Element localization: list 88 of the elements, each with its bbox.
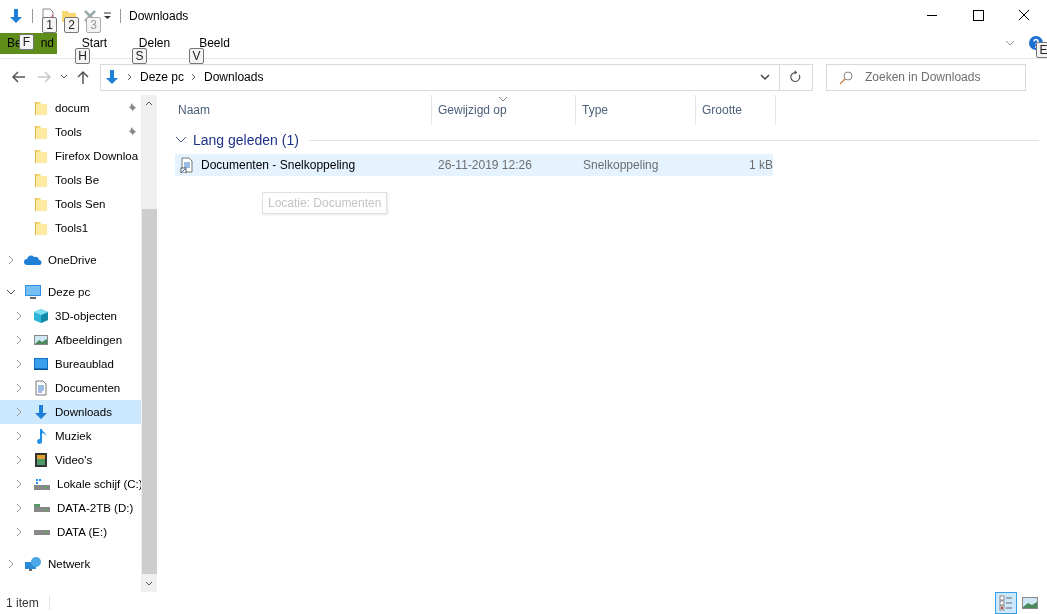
drive-icon	[33, 476, 51, 492]
file-row[interactable]: Documenten - Snelkoppeling 26-11-2019 12:26 Snelkoppeling 1 kB	[175, 154, 773, 176]
download-arrow-icon	[104, 69, 120, 85]
keytip-tooltip: 1	[42, 17, 57, 33]
folder-icon	[33, 100, 49, 116]
sidebar-item[interactable]: Documenten	[0, 376, 141, 400]
document-icon	[33, 380, 49, 396]
sidebar-item[interactable]: docum	[0, 96, 141, 120]
tooltip: Locatie: Documenten	[262, 192, 388, 214]
sidebar-item[interactable]: Downloads	[0, 400, 141, 424]
shortcut-document-icon	[179, 157, 195, 173]
sidebar-item[interactable]: Firefox Downloa	[0, 144, 141, 168]
file-name: Documenten - Snelkoppeling	[201, 158, 356, 172]
keytip-tooltip: E	[1036, 42, 1047, 58]
item-count: 1 item	[6, 596, 39, 610]
details-view-icon[interactable]	[995, 592, 1017, 614]
folder-icon	[33, 148, 49, 164]
column-header[interactable]: Type	[576, 95, 696, 125]
refresh-icon[interactable]	[780, 63, 813, 91]
keytip-tooltip: F	[19, 34, 34, 50]
collapsed-chevron-icon[interactable]	[14, 455, 24, 465]
breadcrumb[interactable]: Downloads	[204, 70, 264, 84]
address-bar[interactable]: Deze pc Downloads	[100, 63, 780, 91]
dropdown-caret-icon[interactable]	[759, 72, 771, 82]
drive-icon	[34, 504, 50, 512]
table-cell-text: 26-11-2019 12:26	[437, 158, 533, 172]
picture-icon	[33, 332, 49, 348]
collapsed-chevron-icon[interactable]	[6, 255, 16, 265]
scrollbar[interactable]	[141, 95, 157, 592]
breadcrumb[interactable]: Deze pc	[140, 70, 185, 84]
sidebar-item[interactable]: DATA-2TB (D:)	[0, 496, 141, 520]
sidebar-item[interactable]: Tools	[0, 120, 141, 144]
folder-icon	[33, 220, 49, 236]
sidebar-item[interactable]: Afbeeldingen	[0, 328, 141, 352]
expanded-chevron-icon[interactable]	[175, 135, 187, 145]
download-arrow-icon	[33, 404, 49, 420]
column-header[interactable]: Naam	[175, 95, 432, 125]
cube-icon	[33, 308, 49, 324]
sidebar-item[interactable]: Netwerk	[0, 552, 141, 576]
folder-icon	[33, 124, 49, 140]
column-header[interactable]: Grootte	[696, 95, 776, 125]
collapsed-chevron-icon[interactable]	[14, 527, 24, 537]
sidebar-item[interactable]: Tools Be	[0, 168, 141, 192]
download-arrow-icon[interactable]	[8, 7, 24, 24]
folder-icon	[33, 196, 49, 212]
sidebar-item[interactable]: Bureaublad	[0, 352, 141, 376]
film-icon	[33, 452, 49, 468]
sidebar-item[interactable]: Lokale schijf (C:)	[0, 472, 141, 496]
sidebar-item[interactable]: Video's	[0, 448, 141, 472]
scroll-down-icon[interactable]	[144, 580, 154, 588]
sidebar-item[interactable]: Tools1	[0, 216, 141, 240]
keytip-tooltip: H	[75, 48, 90, 64]
collapsed-chevron-icon[interactable]	[14, 359, 24, 369]
keytip-tooltip: 2	[64, 17, 79, 33]
expanded-chevron-icon[interactable]	[6, 287, 16, 297]
folder-icon	[33, 172, 49, 188]
expand-chevron-icon[interactable]	[1005, 38, 1015, 48]
sidebar-item[interactable]: Deze pc	[0, 280, 141, 304]
table-cell-text: 1 kB	[748, 158, 773, 172]
network-icon	[24, 556, 42, 572]
drive-icon	[34, 529, 50, 535]
window-title: Downloads	[129, 8, 189, 23]
sidebar-item[interactable]: DATA (E:)	[0, 520, 141, 544]
sidebar-item[interactable]: OneDrive	[0, 248, 141, 272]
chevron-icon	[126, 72, 134, 82]
collapsed-chevron-icon[interactable]	[6, 559, 16, 569]
collapsed-chevron-icon[interactable]	[14, 383, 24, 393]
collapsed-chevron-icon[interactable]	[14, 311, 24, 321]
table-cell-text: Snelkoppeling	[582, 158, 660, 172]
sidebar-item[interactable]: 3D-objecten	[0, 304, 141, 328]
collapsed-chevron-icon[interactable]	[14, 479, 24, 489]
collapsed-chevron-icon[interactable]	[14, 431, 24, 441]
scroll-up-icon[interactable]	[144, 99, 154, 107]
scroll-thumb[interactable]	[141, 209, 157, 574]
keytip-tooltip: S	[132, 48, 147, 64]
group-heading[interactable]: Lang geleden (1)	[193, 132, 299, 148]
computer-icon	[24, 284, 42, 300]
monitor-icon	[33, 356, 49, 372]
sidebar-item[interactable]: Tools Sen	[0, 192, 141, 216]
column-header[interactable]: Gewijzigd op	[432, 95, 576, 125]
keytip-tooltip: V	[189, 48, 204, 64]
search-icon	[839, 70, 853, 85]
sidebar-item[interactable]: Muziek	[0, 424, 141, 448]
collapsed-chevron-icon[interactable]	[14, 503, 24, 513]
keytip-tooltip: 3	[86, 17, 101, 33]
collapsed-chevron-icon[interactable]	[14, 335, 24, 345]
collapsed-chevron-icon[interactable]	[14, 407, 24, 417]
search-field[interactable]: Zoeken in Downloads	[826, 63, 1026, 91]
